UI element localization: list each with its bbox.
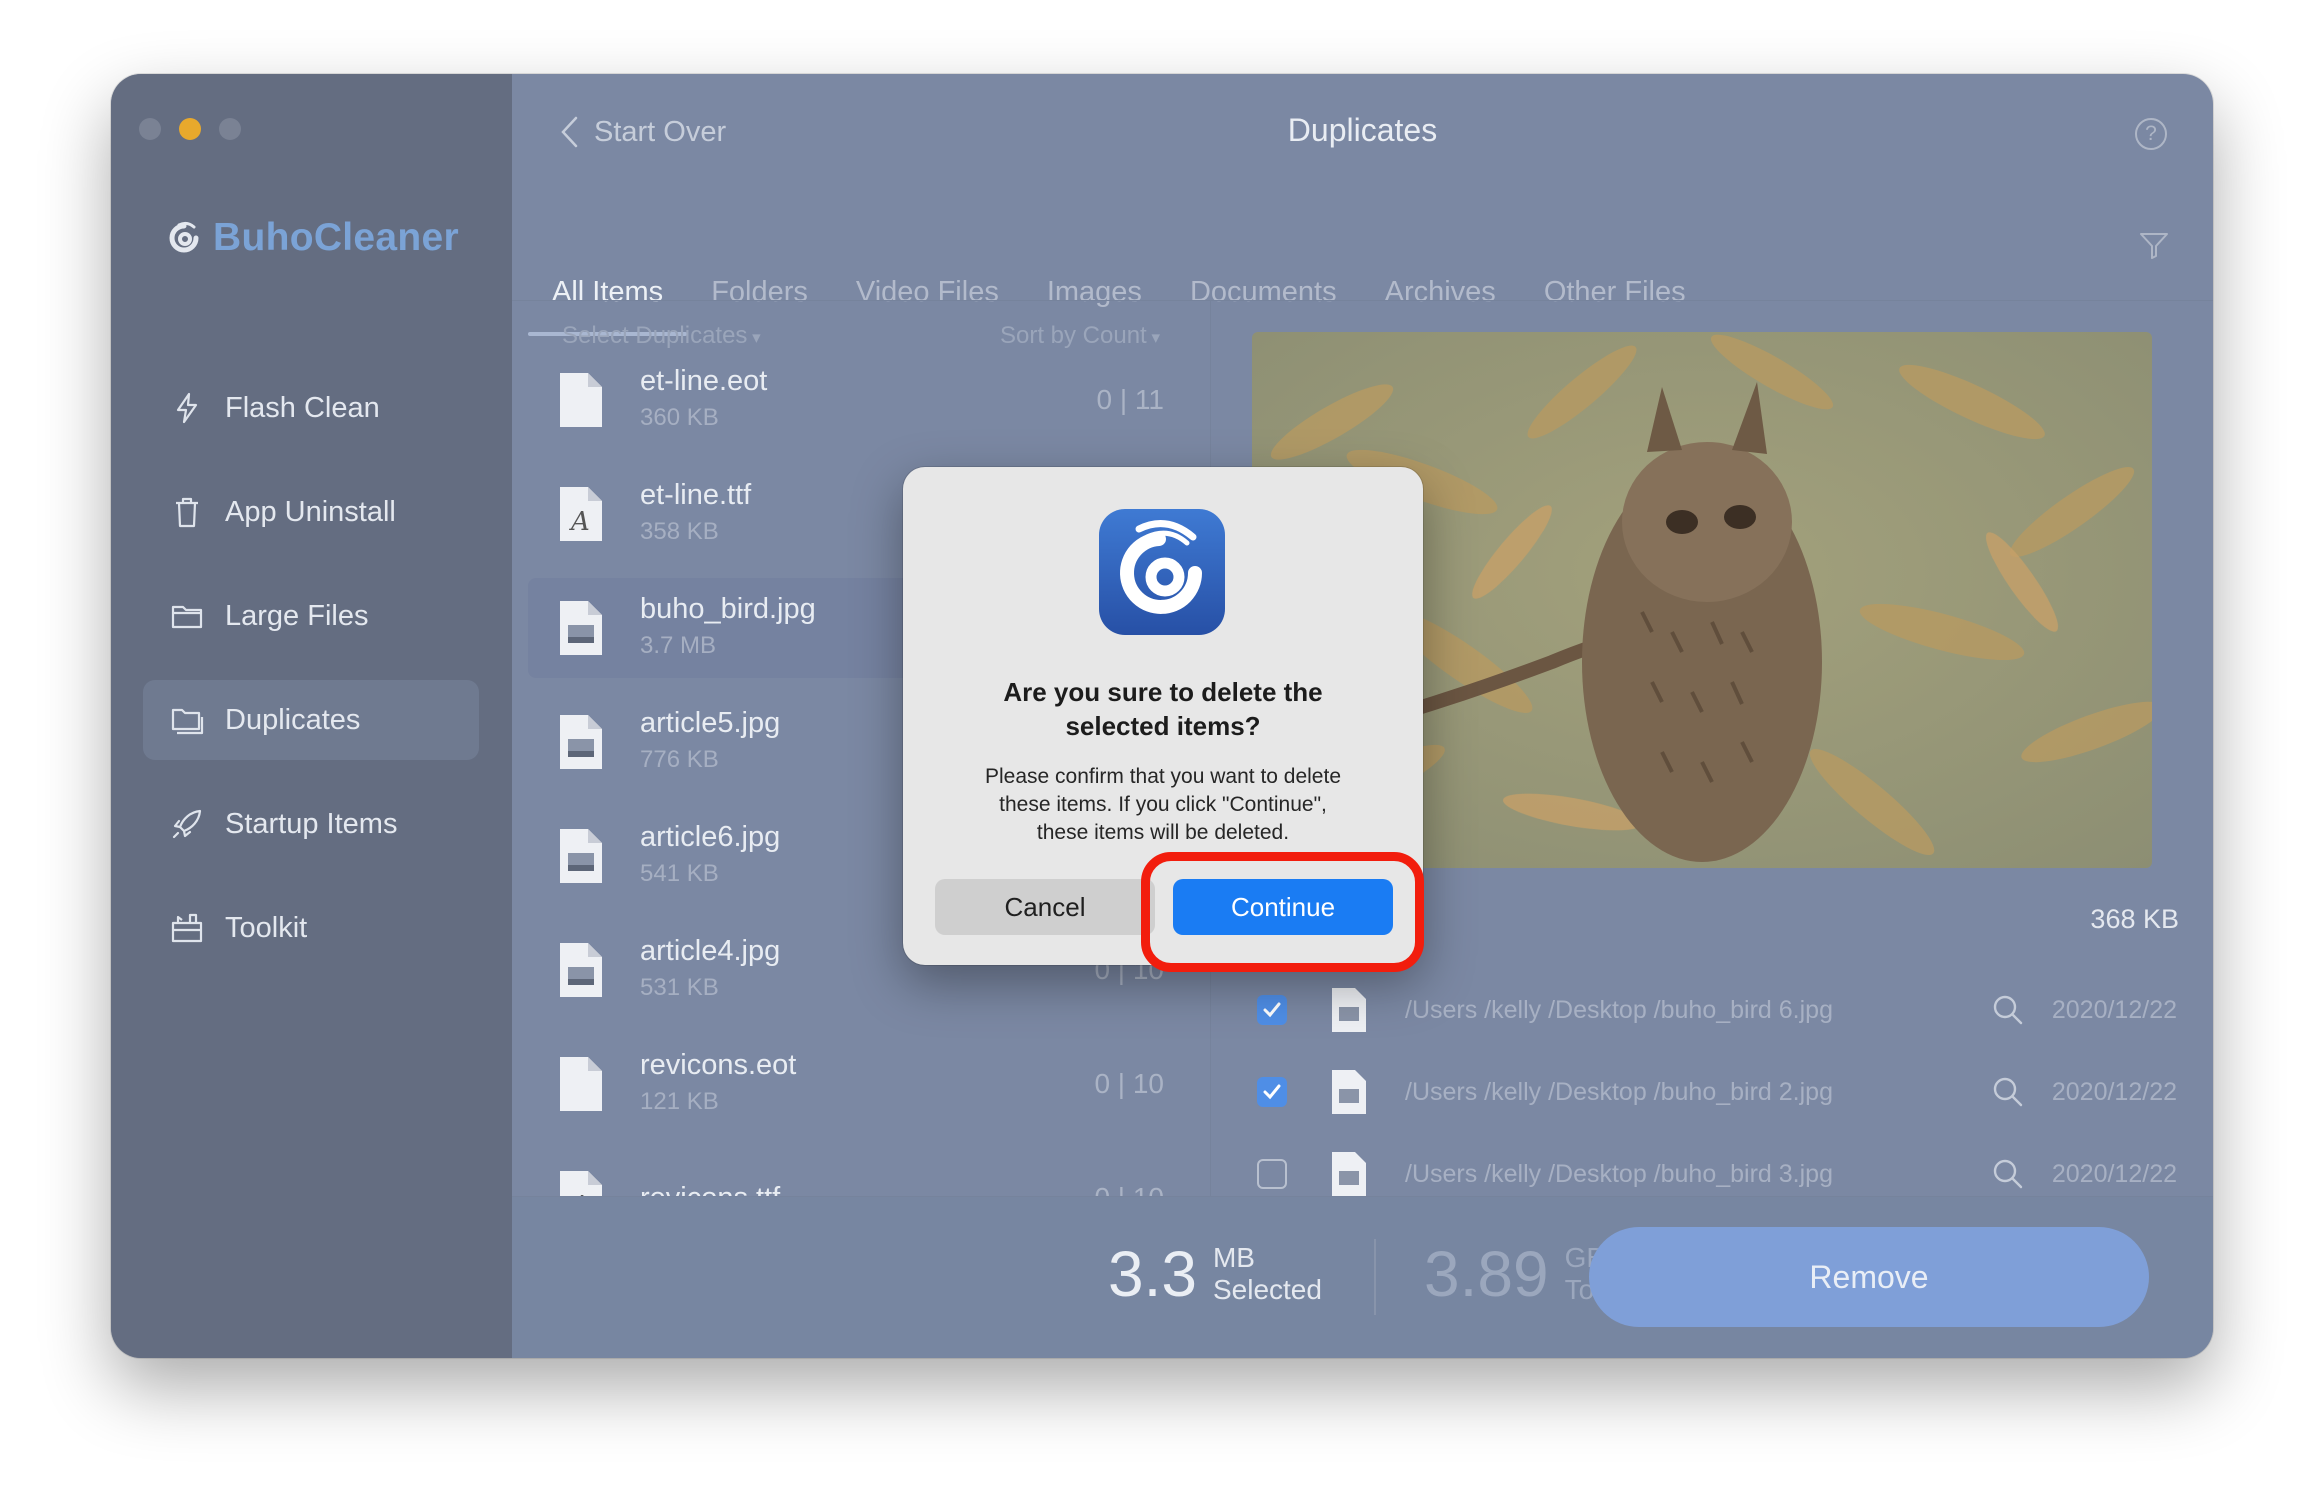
cancel-button[interactable]: Cancel <box>935 879 1155 935</box>
lightning-icon <box>167 388 207 428</box>
file-size: 531 KB <box>640 974 719 1001</box>
buho-app-icon <box>1099 509 1225 635</box>
trash-icon <box>167 492 207 532</box>
dialog-message-line: these items will be deleted. <box>1036 821 1290 844</box>
duplicate-path-row[interactable]: /Users /kelly /Desktop /buho_bird 2.jpg … <box>1257 1057 2177 1127</box>
sidebar-item-label: Large Files <box>225 599 369 632</box>
filter-icon[interactable] <box>2137 228 2171 262</box>
stat-divider <box>1374 1239 1376 1315</box>
image-file-icon <box>560 943 602 997</box>
select-checkbox[interactable] <box>1257 995 1287 1025</box>
window-controls <box>139 118 241 140</box>
file-path: /Users /kelly /Desktop /buho_bird 3.jpg <box>1405 1159 1833 1188</box>
file-icon <box>560 373 602 427</box>
image-file-icon <box>560 601 602 655</box>
list-item[interactable]: et-line.eot 360 KB 0 | 11 <box>528 350 1194 450</box>
sidebar-item-duplicates[interactable]: Duplicates <box>143 680 479 760</box>
sidebar-item-app-uninstall[interactable]: App Uninstall <box>143 472 479 552</box>
duplicate-count: 0 | 11 <box>1096 384 1164 415</box>
sidebar-item-label: Startup Items <box>225 807 398 840</box>
selected-value: 3.3 <box>1108 1238 1197 1310</box>
dialog-title: Are you sure to delete the selected item… <box>933 675 1393 743</box>
toolbox-icon <box>167 908 207 948</box>
image-file-icon <box>1332 1070 1366 1114</box>
sidebar-item-flash-clean[interactable]: Flash Clean <box>143 368 479 448</box>
svg-text:A: A <box>569 507 590 537</box>
image-file-icon <box>560 829 602 883</box>
file-path: /Users /kelly /Desktop /buho_bird 2.jpg <box>1405 1077 1833 1106</box>
sidebar-item-startup-items[interactable]: Startup Items <box>143 784 479 864</box>
list-item[interactable]: revicons.eot 121 KB 0 | 10 <box>528 1034 1194 1134</box>
sidebar-item-label: Flash Clean <box>225 391 380 424</box>
image-file-icon <box>1332 988 1366 1032</box>
sidebar-item-toolkit[interactable]: Toolkit <box>143 888 479 968</box>
minimize-window-button[interactable] <box>179 118 201 140</box>
list-header: Select Duplicates Sort by Count <box>562 322 1160 350</box>
sidebar-item-label: Duplicates <box>225 703 361 736</box>
selected-unit: MB <box>1212 1242 1255 1273</box>
duplicate-path-row[interactable]: /Users /kelly /Desktop /buho_bird 6.jpg … <box>1257 975 2177 1045</box>
file-size: 121 KB <box>640 1088 719 1115</box>
dialog-title-line: selected items? <box>1065 711 1261 741</box>
image-file-icon <box>560 715 602 769</box>
sidebar: BuhoCleaner Flash Clean App Uninstall La… <box>111 74 512 1358</box>
reveal-in-finder-icon[interactable] <box>1992 1158 2024 1190</box>
dialog-message-line: these items. If you click "Continue", <box>999 793 1327 816</box>
check-icon <box>1263 1002 1281 1018</box>
continue-highlight-annotation <box>1141 852 1424 972</box>
help-button[interactable]: ? <box>2135 118 2167 150</box>
reveal-in-finder-icon[interactable] <box>1992 1076 2024 1108</box>
dialog-title-line: Are you sure to delete the <box>1003 677 1323 707</box>
folder-icon <box>167 596 207 636</box>
select-checkbox[interactable] <box>1257 1077 1287 1107</box>
file-name: et-line.eot <box>640 365 768 397</box>
rocket-icon <box>167 804 207 844</box>
file-path: /Users /kelly /Desktop /buho_bird 6.jpg <box>1405 995 1833 1024</box>
sidebar-item-label: Toolkit <box>225 911 308 944</box>
bottom-bar: 3.3 MBSelected 3.89 GBTotal Remove <box>512 1196 2213 1358</box>
file-date: 2020/12/22 <box>2051 1077 2177 1106</box>
zoom-window-button[interactable] <box>219 118 241 140</box>
duplicate-count: 0 | 10 <box>1094 1068 1164 1099</box>
brand-name: BuhoCleaner <box>213 216 460 259</box>
dialog-message: Please confirm that you want to delete t… <box>943 763 1383 847</box>
select-checkbox[interactable] <box>1257 1159 1287 1189</box>
file-name: revicons.eot <box>640 1049 797 1081</box>
select-duplicates-dropdown[interactable]: Select Duplicates <box>562 322 761 350</box>
page-title: Duplicates <box>1287 112 1438 148</box>
sort-by-dropdown[interactable]: Sort by Count <box>1000 322 1160 350</box>
screenshot-stage: BuhoCleaner Flash Clean App Uninstall La… <box>0 0 2324 1504</box>
preview-file-size: 368 KB <box>2090 904 2179 934</box>
buho-logo-icon <box>169 221 199 253</box>
file-icon <box>560 1057 602 1111</box>
image-file-icon <box>1332 1152 1366 1196</box>
dialog-message-line: Please confirm that you want to delete <box>984 765 1342 788</box>
remove-button[interactable]: Remove <box>1589 1227 2149 1327</box>
file-size: 360 KB <box>640 404 719 431</box>
font-file-icon: A <box>560 487 602 541</box>
sidebar-item-label: App Uninstall <box>225 495 396 528</box>
file-date: 2020/12/22 <box>2051 995 2177 1024</box>
selected-size: 3.3 MB Selected <box>1108 1237 1322 1311</box>
close-window-button[interactable] <box>139 118 161 140</box>
duplicate-folder-icon <box>167 700 207 740</box>
top-bar: Start Over Duplicates ? <box>512 74 2213 194</box>
file-date: 2020/12/22 <box>2051 1159 2177 1188</box>
brand: BuhoCleaner <box>167 216 459 260</box>
selected-label: Selected <box>1212 1274 1322 1305</box>
total-value: 3.89 <box>1424 1238 1549 1310</box>
reveal-in-finder-icon[interactable] <box>1992 994 2024 1026</box>
sidebar-item-large-files[interactable]: Large Files <box>143 576 479 656</box>
check-icon <box>1263 1084 1281 1100</box>
